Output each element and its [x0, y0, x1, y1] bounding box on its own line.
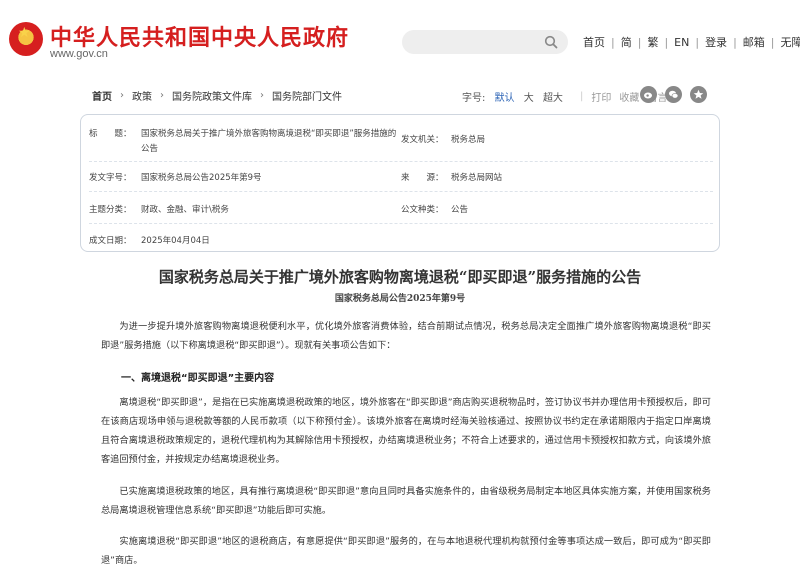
search-icon[interactable] — [544, 35, 558, 49]
meta-date-value: 2025年04月04日 — [141, 236, 210, 246]
nav-simplified[interactable]: 简 — [615, 34, 638, 50]
font-size-xlarge[interactable]: 超大 — [543, 93, 563, 104]
breadcrumb-bar: 首页 › 政策 › 国务院政策文件库 › 国务院部门文件 字号: 默认 大 超大… — [80, 84, 720, 108]
article-paragraph: 已实施离境退税政策的地区，具有推行离境退税“即买即退”意向且同时具备实施条件的，… — [101, 486, 711, 516]
font-size-default[interactable]: 默认 — [495, 93, 515, 104]
meta-divider — [89, 161, 713, 162]
nav-english[interactable]: EN — [668, 36, 695, 49]
article-paragraph: 实施离境退税“即买即退”地区的退税商店，有意愿提供“即买即退”服务的，在与本地退… — [101, 536, 711, 566]
chevron-right-icon: › — [120, 90, 124, 101]
meta-topic-value: 财政、金融、审计\税务 — [141, 205, 229, 215]
favorite-label: 收藏 — [619, 93, 640, 104]
article-intro: 为进一步提升境外旅客购物离境退税便利水平，优化境外旅客消费体验，结合前期试点情况… — [101, 321, 711, 351]
meta-source-label: 来 源： — [401, 173, 444, 183]
share-bar — [640, 86, 715, 103]
search-box[interactable] — [402, 30, 568, 54]
meta-issuer-value: 税务总局 — [451, 135, 486, 145]
nav-mail[interactable]: 邮箱 — [737, 34, 771, 50]
meta-title-value: 国家税务总局关于推广境外旅客购物离境退税“即买即退”服务措施的公告 — [141, 129, 397, 154]
print-label: 打印 — [591, 93, 612, 104]
nav-login[interactable]: 登录 — [699, 34, 733, 50]
section-heading: 一、离境退税“即买即退”主要内容 — [121, 373, 275, 384]
meta-docno-value: 国家税务总局公告2025年第9号 — [141, 173, 262, 183]
meta-row-title: 标 题： 国家税务总局关于推广境外旅客购物离境退税“即买即退”服务措施的公告 发… — [81, 123, 721, 159]
site-url: www.gov.cn — [50, 48, 108, 60]
meta-divider — [89, 223, 713, 224]
meta-type-label: 公文种类： — [401, 205, 444, 215]
tools-divider: | — [580, 91, 584, 102]
meta-divider — [89, 191, 713, 192]
article-title: 国家税务总局关于推广境外旅客购物离境退税“即买即退”服务措施的公告 — [158, 268, 642, 286]
article-subtitle: 国家税务总局公告2025年第9号 — [334, 294, 466, 304]
nav-home[interactable]: 首页 — [577, 34, 611, 50]
nav-accessibility[interactable]: 无障碍 — [775, 34, 800, 50]
breadcrumb-home[interactable]: 首页 — [92, 88, 112, 103]
site-header: ★ 中华人民共和国中央人民政府 www.gov.cn 首页 | 简 | 繁 | EN |… — [0, 0, 800, 72]
print-button[interactable]: 打印 — [591, 89, 611, 104]
meta-topic-label: 主题分类： — [89, 205, 132, 215]
document-metadata: 标 题： 国家税务总局关于推广境外旅客购物离境退税“即买即退”服务措施的公告 发… — [80, 114, 720, 252]
font-size-switcher: 字号: 默认 大 超大 — [462, 89, 569, 104]
font-size-large[interactable]: 大 — [524, 93, 534, 104]
national-emblem-icon: ★ — [9, 22, 43, 56]
breadcrumb-policy[interactable]: 政策 — [132, 88, 152, 103]
meta-date-label: 成文日期： — [89, 236, 132, 246]
chevron-right-icon: › — [260, 90, 264, 101]
breadcrumb-policy-library[interactable]: 国务院政策文件库 — [172, 88, 252, 103]
nav-traditional[interactable]: 繁 — [641, 34, 664, 50]
meta-source-value: 税务总局网站 — [451, 173, 503, 183]
meta-type-value: 公告 — [451, 205, 469, 215]
article-paragraph: 离境退税“即买即退”，是指在已实施离境退税政策的地区，境外旅客在“即买即退”商店… — [101, 397, 711, 465]
meta-title-label: 标 题： — [89, 129, 132, 139]
breadcrumb-department-docs[interactable]: 国务院部门文件 — [272, 88, 342, 103]
meta-docno-label: 发文字号： — [89, 173, 132, 183]
weibo-share-icon[interactable] — [640, 86, 657, 103]
font-size-label: 字号: — [462, 93, 486, 104]
search-input[interactable] — [414, 33, 540, 51]
meta-issuer-label: 发文机关： — [401, 135, 444, 145]
breadcrumb: 首页 › 政策 › 国务院政策文件库 › 国务院部门文件 — [92, 88, 342, 103]
chevron-right-icon: › — [160, 90, 164, 101]
top-nav: 首页| 简| 繁| EN| 登录| 邮箱| 无障碍 — [577, 34, 800, 50]
favorite-button[interactable]: 收藏 — [619, 89, 639, 104]
wechat-share-icon[interactable] — [665, 86, 682, 103]
qzone-share-icon[interactable] — [690, 86, 707, 103]
